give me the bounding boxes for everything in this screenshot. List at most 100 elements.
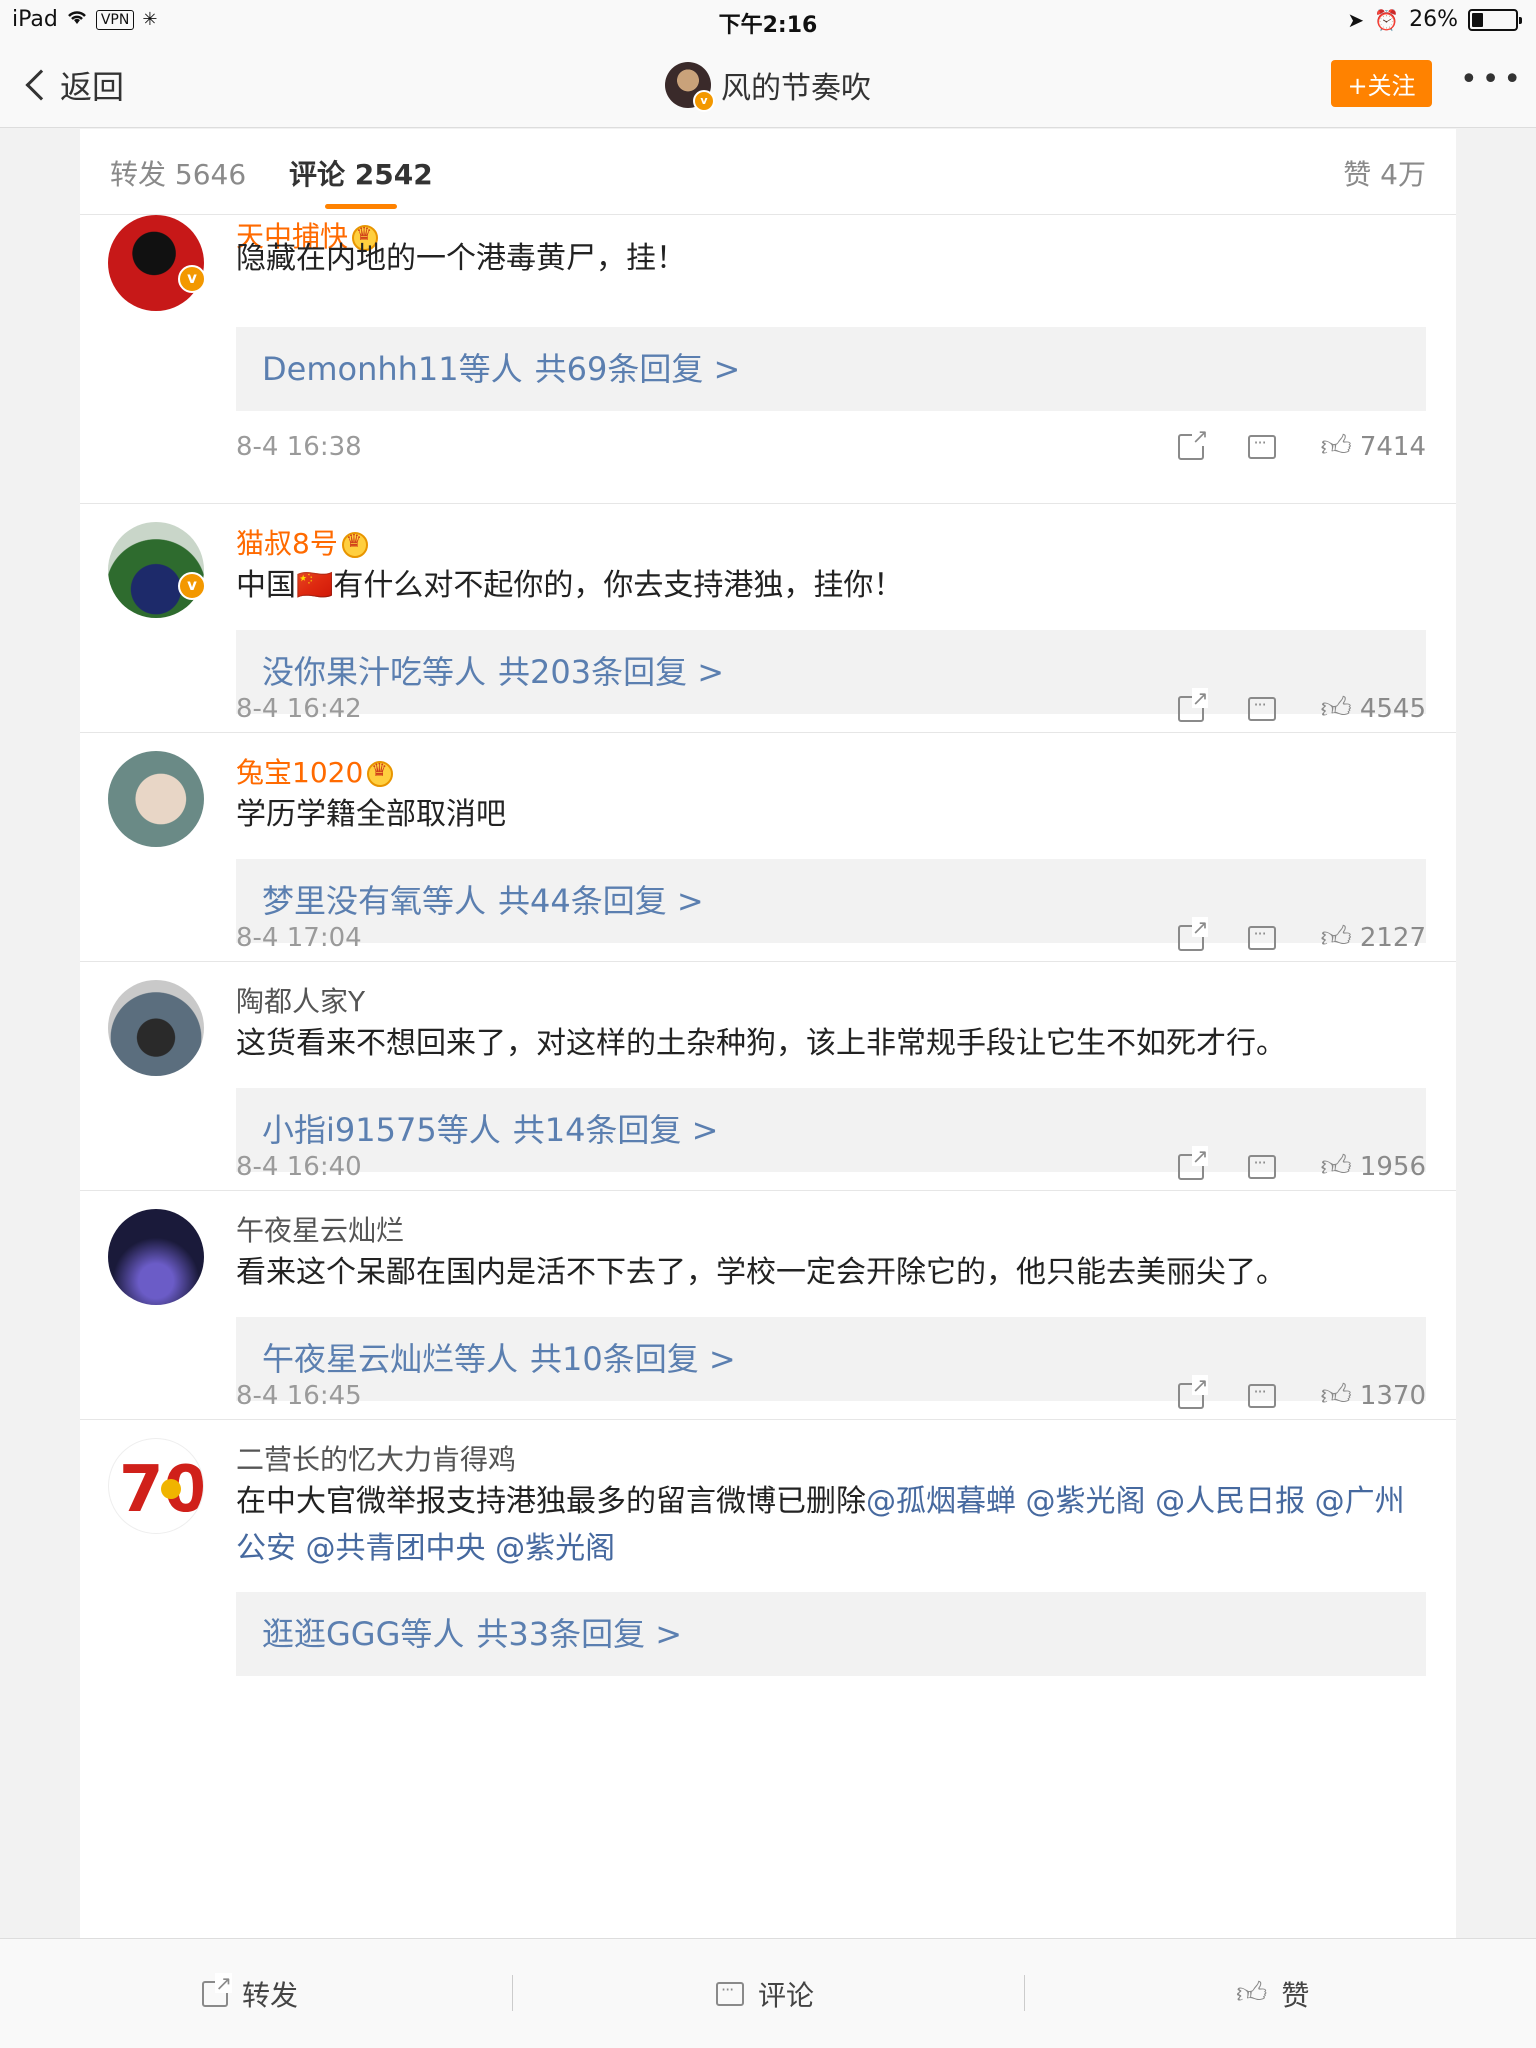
location-arrow-icon: ➤ [1347, 7, 1365, 32]
tab-likes[interactable]: 赞 4万 [1343, 153, 1426, 193]
reply-count: 共14条回复 > [512, 1111, 719, 1149]
thumbs-up-icon: 👍︎ [1320, 1378, 1352, 1413]
comment-meta: 8-4 16:40 👍︎1956 [236, 1146, 1426, 1192]
reply-summary[interactable]: 逛逛GGG等人 共33条回复 > [236, 1592, 1426, 1676]
comment-username[interactable]: 二营长的忆大力肯得鸡 [236, 1438, 516, 1478]
comment-icon [1248, 924, 1277, 950]
user-avatar[interactable]: 70 [108, 1438, 204, 1534]
vip-crown-icon [367, 760, 394, 787]
like-count: 4545 [1359, 694, 1426, 724]
follow-button[interactable]: +关注 [1331, 60, 1432, 107]
comment-item: v 天中捕快 隐藏在内地的一个港毒黄尸，挂！ Demonhh11等人共69条回复… [80, 215, 1456, 504]
like-count: 1370 [1359, 1381, 1426, 1411]
user-avatar[interactable] [108, 215, 204, 311]
toolbar-divider [1024, 1975, 1025, 2011]
comment-time: 8-4 17:04 [236, 923, 362, 953]
comment-username[interactable]: 午夜星云灿烂 [236, 1209, 404, 1249]
more-menu-button[interactable]: ••• [1460, 62, 1525, 97]
comment-icon [1248, 1153, 1277, 1179]
repost-comment-button[interactable] [1178, 1146, 1209, 1180]
verified-badge-icon: v [178, 572, 206, 600]
reply-count: 共10条回复 > [530, 1340, 736, 1378]
comment-icon [1248, 433, 1277, 459]
like-comment-button[interactable]: 👍︎ 1370 [1320, 1378, 1426, 1413]
comment-meta: 8-4 16:45 👍︎1370 [236, 1375, 1426, 1421]
bottom-toolbar: 转发 评论 👍︎ 赞 [0, 1938, 1536, 2048]
repost-comment-button[interactable] [1178, 688, 1209, 722]
comment-text: 隐藏在内地的一个港毒黄尸，挂！ [236, 241, 686, 276]
comment-item: 兔宝1020 学历学籍全部取消吧 梦里没有氧等人共44条回复 > 8-4 17:… [80, 733, 1456, 962]
reply-comment-button[interactable] [1248, 924, 1277, 950]
reply-users: 梦里没有氧等人 [262, 882, 487, 920]
reply-count: 共203条回复 > [498, 653, 725, 691]
tab-repost[interactable]: 转发 5646 [110, 153, 246, 193]
repost-comment-button[interactable] [1178, 1375, 1209, 1409]
comment-text: 学历学籍全部取消吧 [236, 797, 506, 832]
bottom-repost-label: 转发 [242, 1979, 299, 2012]
reply-comment-button[interactable] [1248, 433, 1277, 459]
repost-comment-button[interactable] [1178, 426, 1209, 460]
thumbs-up-icon: 👍︎ [1320, 429, 1352, 464]
verified-badge-icon: v [178, 265, 206, 293]
comment-item: 陶都人家Y 这货看来不想回来了，对这样的土杂种狗，该上非常规手段让它生不如死才行… [80, 962, 1456, 1191]
share-icon [1178, 1375, 1209, 1409]
battery-icon [1468, 8, 1522, 31]
comment-text-plain: 在中大官微举报支持港独最多的留言微博已删除 [236, 1484, 866, 1519]
reply-count: 共33条回复 > [476, 1615, 683, 1653]
like-comment-button[interactable]: 👍︎ 2127 [1320, 920, 1426, 955]
author-name: 风的节奏吹 [721, 71, 871, 106]
comment-actions: 👍︎1370 [1178, 1375, 1426, 1413]
reply-summary[interactable]: Demonhh11等人 共69条回复 > [236, 327, 1426, 411]
comment-text: 看来这个呆鄙在国内是活不下去了，学校一定会开除它的，他只能去美丽尖了。 [236, 1255, 1286, 1290]
comment-text: 这货看来不想回来了，对这样的土杂种狗，该上非常规手段让它生不如死才行。 [236, 1026, 1286, 1061]
reply-comment-button[interactable] [1248, 1153, 1277, 1179]
user-avatar[interactable] [108, 522, 204, 618]
like-count: 2127 [1359, 923, 1426, 953]
comment-username[interactable]: 陶都人家Y [236, 980, 365, 1020]
comment-meta: 8-4 17:04 👍︎2127 [236, 917, 1426, 963]
like-comment-button[interactable]: 👍︎ 1956 [1320, 1149, 1426, 1184]
comment-item: v 猫叔8号 中国🇨🇳有什么对不起你的，你去支持港独，挂你！ 没你果汁吃等人共2… [80, 504, 1456, 733]
comment-meta: 8-4 16:42 👍︎4545 [236, 688, 1426, 734]
comment-username[interactable]: 兔宝1020 [236, 751, 394, 791]
comment-text: 在中大官微举报支持港独最多的留言微博已删除@孤烟暮蝉 @紫光阁 @人民日报 @广… [236, 1478, 1426, 1572]
bottom-like-button[interactable]: 👍︎ 赞 [1236, 1974, 1309, 2014]
reply-users: 小指i91575等人 [262, 1111, 501, 1149]
reply-comment-button[interactable] [1248, 1382, 1277, 1408]
repost-comment-button[interactable] [1178, 917, 1209, 951]
comment-time: 8-4 16:42 [236, 694, 362, 724]
like-comment-button[interactable]: 👍︎ 7414 [1320, 429, 1426, 464]
comment-actions: 👍︎1956 [1178, 1146, 1426, 1184]
bottom-comment-label: 评论 [758, 1979, 815, 2012]
comments-card: 转发 5646 评论 2542 赞 4万 v 天中捕快 隐藏在内地的一个港毒黄尸… [80, 129, 1456, 1939]
battery-percent: 26% [1409, 7, 1458, 32]
reply-count: 共69条回复 > [534, 350, 741, 388]
user-avatar[interactable] [108, 980, 204, 1076]
bottom-comment-button[interactable]: 评论 [716, 1974, 814, 2014]
reply-users: 午夜星云灿烂等人 [262, 1340, 519, 1378]
user-avatar[interactable] [108, 751, 204, 847]
nav-title[interactable]: v 风的节奏吹 [0, 62, 1536, 112]
thumbs-up-icon: 👍︎ [1320, 920, 1352, 955]
status-time: 下午2:16 [718, 13, 818, 38]
author-avatar[interactable]: v [665, 62, 715, 112]
share-icon [202, 1973, 232, 2007]
comment-actions: 👍︎7414 [1178, 426, 1426, 464]
bottom-like-label: 赞 [1281, 1979, 1310, 2012]
bottom-repost-button[interactable]: 转发 [202, 1973, 299, 2014]
share-icon [1178, 1146, 1209, 1180]
user-avatar[interactable] [108, 1209, 204, 1305]
vip-crown-icon [341, 531, 368, 558]
comment-username[interactable]: 猫叔8号 [236, 522, 368, 562]
reply-comment-button[interactable] [1248, 695, 1277, 721]
like-count: 1956 [1359, 1152, 1426, 1182]
thumbs-up-icon: 👍︎ [1320, 691, 1352, 726]
comment-text: 中国🇨🇳有什么对不起你的，你去支持港独，挂你！ [236, 568, 904, 603]
like-comment-button[interactable]: 👍︎ 4545 [1320, 691, 1426, 726]
tab-comments[interactable]: 评论 2542 [289, 153, 433, 209]
thumbs-up-icon: 👍︎ [1320, 1149, 1352, 1184]
comment-actions: 👍︎4545 [1178, 688, 1426, 726]
verified-badge-icon: v [693, 90, 715, 112]
share-icon [1178, 426, 1209, 460]
comment-icon [1248, 1382, 1277, 1408]
